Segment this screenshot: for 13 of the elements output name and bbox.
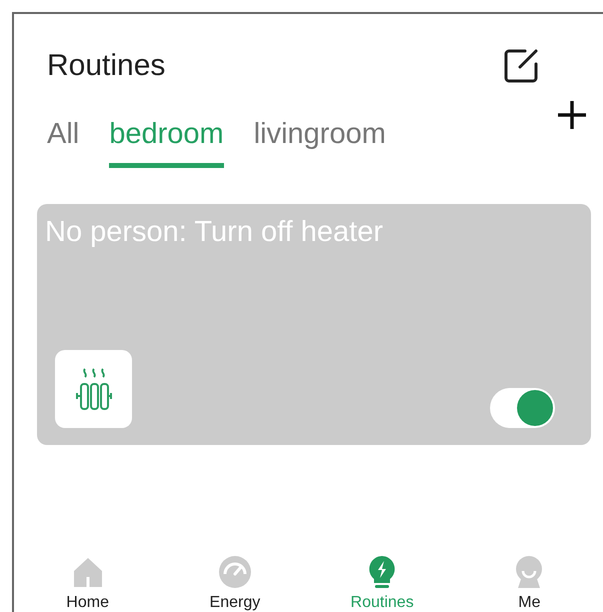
radiator-icon — [76, 367, 112, 411]
add-icon[interactable] — [557, 100, 587, 130]
page-title: Routines — [47, 49, 166, 83]
nav-tab[interactable]: Routines — [308, 553, 456, 611]
gauge-icon — [216, 553, 253, 589]
edit-icon[interactable] — [503, 48, 539, 84]
nav-tab[interactable]: Energy — [161, 553, 308, 611]
room-tab[interactable]: livingroom — [254, 112, 386, 168]
routine-toggle[interactable] — [490, 388, 555, 428]
nav-tab[interactable]: Me — [456, 553, 603, 611]
nav-tab[interactable]: Home — [14, 553, 162, 611]
room-tab[interactable]: All — [47, 112, 80, 168]
room-tab[interactable]: bedroom — [109, 112, 224, 168]
